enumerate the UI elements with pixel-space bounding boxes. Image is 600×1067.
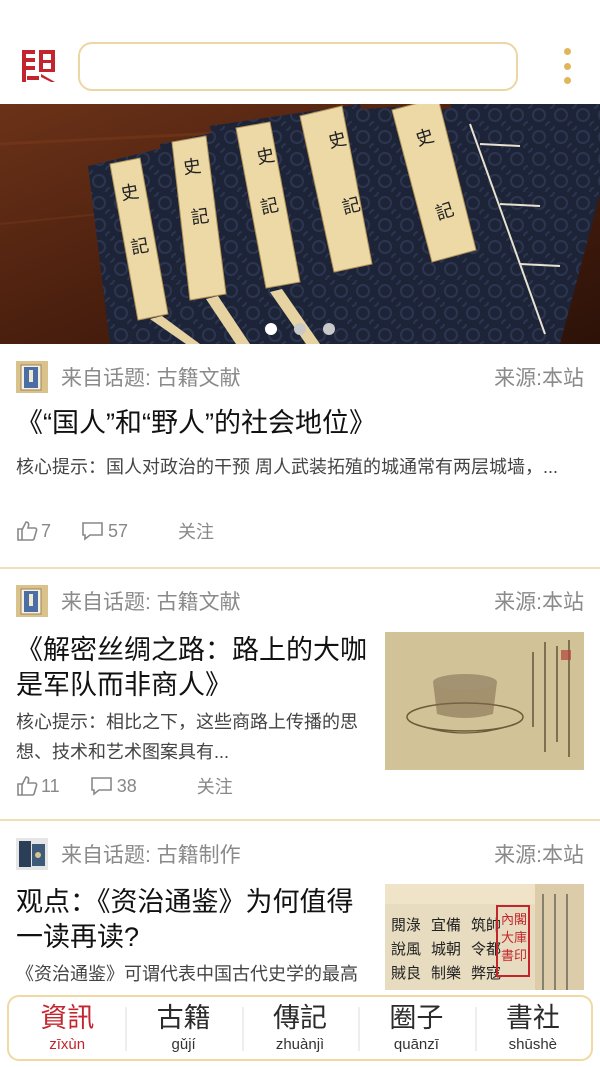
article-summary: 《资治通鉴》可谓代表中国古代史学的最高 bbox=[16, 964, 358, 984]
nav-tab-news[interactable]: 資訊 zīxùn bbox=[9, 997, 125, 1059]
more-menu-icon[interactable] bbox=[552, 44, 582, 88]
article-summary: 核心提示：国人对政治的干预 周人武装拓殖的城通常有两层城墙，... bbox=[16, 457, 559, 477]
comment-button[interactable]: 38 bbox=[90, 775, 137, 797]
nav-tab-pinyin: gǔjí bbox=[171, 1035, 196, 1053]
carousel-indicator bbox=[0, 321, 600, 341]
nav-tab-pinyin: zhuànjì bbox=[275, 1035, 325, 1053]
status-bar bbox=[0, 0, 600, 38]
nav-tab-label: 傳記 bbox=[273, 1002, 328, 1034]
svg-text:書印: 書印 bbox=[501, 949, 527, 964]
nav-tab-circles[interactable]: 圈子 quānzī bbox=[358, 997, 474, 1059]
news-card[interactable]: 来自话题: 古籍文献 来源:本站 《解密丝绸之路：路上的大咖是军队而非商人》 核… bbox=[0, 569, 600, 821]
svg-text:內閣: 內閣 bbox=[501, 913, 527, 928]
banner-image: 史 記 史 記 史 記 史 記 史 記 bbox=[0, 104, 600, 344]
topic-label[interactable]: 来自话题: 古籍文献 bbox=[61, 586, 241, 616]
like-count: 7 bbox=[41, 520, 52, 541]
article-thumbnail[interactable] bbox=[385, 632, 584, 770]
svg-text:宜備: 宜備 bbox=[431, 916, 461, 934]
article-title[interactable]: 《“国人”和“野人”的社会地位》 bbox=[16, 406, 586, 441]
nav-tab-biography[interactable]: 傳記 zhuànjì bbox=[241, 997, 358, 1059]
carousel-dot-1[interactable] bbox=[265, 323, 277, 335]
svg-text:記: 記 bbox=[190, 206, 211, 229]
svg-text:記: 記 bbox=[129, 235, 150, 259]
like-count: 11 bbox=[41, 775, 60, 796]
nav-tab-pinyin: shūshè bbox=[508, 1035, 558, 1053]
nav-tab-label: 古籍 bbox=[156, 1002, 211, 1034]
source-label: 来源:本站 bbox=[494, 591, 584, 614]
comment-count: 57 bbox=[108, 520, 129, 541]
topic-avatar-icon bbox=[16, 585, 48, 617]
follow-label: 关注 bbox=[178, 522, 215, 542]
comment-icon bbox=[90, 777, 112, 796]
source-label: 来源:本站 bbox=[494, 844, 584, 867]
svg-text:史: 史 bbox=[119, 181, 140, 205]
bottom-nav-frame: 資訊 zīxùn 古籍 gǔjí 傳記 zhuànjì 圈子 quānzī 書社… bbox=[7, 995, 593, 1061]
thumbs-up-icon bbox=[17, 521, 38, 541]
app-header bbox=[0, 38, 600, 104]
topic-label[interactable]: 来自话题: 古籍文献 bbox=[61, 362, 241, 392]
article-thumbnail[interactable]: 閱淥 說風 賊良 宜備 城朝 制樂 筑帥 令都 弊寇 內閣 大庫 書印 bbox=[385, 884, 584, 1001]
article-summary: 核心提示：相比之下，这些商路上传播的思想、技术和艺术图案具有... bbox=[16, 712, 358, 762]
follow-button[interactable]: 关注 bbox=[178, 518, 214, 544]
article-stats: 11 38 关注 bbox=[16, 773, 233, 799]
comment-icon bbox=[82, 522, 103, 541]
topic-avatar-icon bbox=[16, 838, 48, 870]
news-card[interactable]: 来自话题: 古籍制作 来源:本站 观点：《资治通鉴》为何值得一读再读? 《资治通… bbox=[0, 821, 600, 1001]
nav-tab-pinyin: quānzī bbox=[393, 1035, 439, 1053]
bottom-nav-bar: 資訊 zīxùn 古籍 gǔjí 傳記 zhuànjì 圈子 quānzī 書社… bbox=[0, 990, 600, 1067]
svg-text:制樂: 制樂 bbox=[431, 964, 461, 982]
svg-text:史: 史 bbox=[182, 156, 203, 179]
svg-text:說風: 說風 bbox=[391, 940, 421, 958]
nav-tab-classics[interactable]: 古籍 gǔjí bbox=[125, 997, 241, 1059]
comment-count: 38 bbox=[116, 775, 137, 796]
like-button[interactable]: 7 bbox=[16, 520, 51, 542]
nav-tab-label: 書社 bbox=[505, 1002, 560, 1034]
svg-text:大庫: 大庫 bbox=[501, 931, 527, 946]
banner-carousel[interactable]: 史 記 史 記 史 記 史 記 史 記 bbox=[0, 104, 600, 344]
follow-label: 关注 bbox=[196, 777, 233, 797]
thumbs-up-icon bbox=[17, 776, 38, 796]
svg-text:閱淥: 閱淥 bbox=[391, 916, 421, 934]
svg-text:賊良: 賊良 bbox=[391, 964, 421, 982]
carousel-dot-2[interactable] bbox=[294, 323, 306, 335]
nav-tab-book-club[interactable]: 書社 shūshè bbox=[474, 997, 591, 1059]
follow-button[interactable]: 关注 bbox=[197, 773, 233, 799]
nav-tab-pinyin: zīxùn bbox=[49, 1035, 86, 1053]
search-input[interactable] bbox=[78, 42, 518, 91]
article-stats: 7 57 关注 bbox=[16, 518, 214, 544]
svg-text:城朝: 城朝 bbox=[431, 940, 461, 958]
nav-tab-label: 資訊 bbox=[40, 1002, 95, 1034]
article-title[interactable]: 《解密丝绸之路：路上的大咖是军队而非商人》 bbox=[16, 633, 374, 703]
nav-tab-label: 圈子 bbox=[389, 1002, 444, 1034]
comment-button[interactable]: 57 bbox=[81, 520, 128, 542]
topic-avatar-icon bbox=[16, 361, 48, 393]
news-card[interactable]: 来自话题: 古籍文献 来源:本站 《“国人”和“野人”的社会地位》 核心提示：国… bbox=[0, 344, 600, 569]
app-logo-icon[interactable] bbox=[19, 46, 59, 86]
source-label: 来源:本站 bbox=[494, 367, 584, 390]
topic-label[interactable]: 来自话题: 古籍制作 bbox=[61, 839, 241, 869]
article-title[interactable]: 观点：《资治通鉴》为何值得一读再读? bbox=[16, 885, 374, 955]
carousel-dot-3[interactable] bbox=[323, 323, 335, 335]
like-button[interactable]: 11 bbox=[16, 775, 60, 797]
